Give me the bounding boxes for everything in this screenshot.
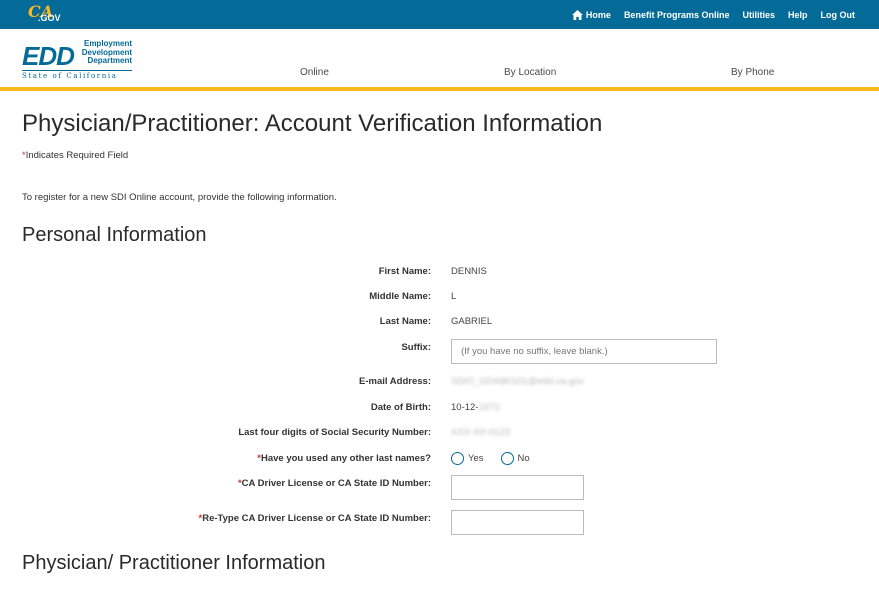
ssn-label: Last four digits of Social Security Numb…	[238, 427, 431, 438]
top-nav-home[interactable]: Home	[571, 9, 611, 20]
other-names-no-radio[interactable]	[500, 452, 514, 465]
top-nav-help[interactable]: Help	[788, 10, 808, 20]
dl-retype-label-text: Re-Type CA Driver License or CA State ID…	[202, 513, 431, 524]
dl-retype-input[interactable]	[451, 510, 584, 535]
dl-label: *CA Driver License or CA State ID Number…	[238, 478, 431, 489]
top-nav: Home Benefit Programs Online Utilities H…	[559, 0, 855, 29]
ca-gov-logo[interactable]: CA .GOV	[28, 2, 62, 26]
dob-value: 10-12-1972	[451, 402, 500, 413]
edd-logo-words: Employment Development Department	[78, 39, 132, 66]
dob-label: Date of Birth:	[370, 402, 431, 413]
main-nav-by-location[interactable]: By Location	[504, 67, 556, 78]
first-name-label: First Name:	[378, 266, 431, 277]
middle-name-label: Middle Name:	[369, 291, 431, 302]
other-names-no-label: No	[517, 453, 530, 464]
last-name-value: GABRIEL	[451, 316, 493, 327]
other-names-label: *Have you used any other last names?	[257, 453, 431, 464]
first-name-value: DENNIS	[451, 266, 487, 277]
other-names-yes-option[interactable]: Yes	[451, 452, 484, 465]
site-header: EDD Employment Development Department St…	[0, 29, 879, 91]
email-value: SDIO_GDAB0101@edd.ca.gov	[451, 376, 584, 387]
dl-input[interactable]	[451, 475, 584, 500]
ssn-value: XXX-XX-0123	[451, 427, 511, 438]
practitioner-info-heading: Physician/ Practitioner Information	[22, 552, 326, 574]
dl-retype-label: *Re-Type CA Driver License or CA State I…	[199, 513, 431, 524]
suffix-label: Suffix:	[401, 342, 431, 353]
email-label: E-mail Address:	[359, 376, 431, 387]
personal-info-heading: Personal Information	[22, 224, 207, 246]
other-names-no-option[interactable]: No	[500, 452, 530, 465]
edd-logo-line3: Department	[87, 56, 132, 65]
other-names-radio-group: Yes No	[451, 452, 547, 465]
top-nav-utilities[interactable]: Utilities	[742, 10, 775, 20]
top-nav-benefit-programs[interactable]: Benefit Programs Online	[624, 10, 730, 20]
main-nav-by-phone[interactable]: By Phone	[731, 67, 774, 78]
required-field-note: *Indicates Required Field	[22, 150, 128, 161]
home-icon	[571, 9, 583, 20]
dl-label-text: CA Driver License or CA State ID Number:	[241, 478, 431, 489]
other-names-yes-label: Yes	[468, 453, 484, 464]
middle-name-value: L	[451, 291, 457, 302]
edd-logo-state: State of California	[22, 70, 132, 80]
top-bar: CA .GOV Home Benefit Programs Online Uti…	[0, 0, 879, 29]
suffix-input[interactable]: (If you have no suffix, leave blank.)	[451, 339, 717, 364]
last-name-label: Last Name:	[379, 316, 431, 327]
other-names-yes-radio[interactable]	[451, 452, 464, 465]
edd-logo-letters: EDD	[22, 41, 75, 71]
main-nav-online[interactable]: Online	[300, 67, 329, 78]
edd-logo[interactable]: EDD Employment Development Department St…	[22, 39, 134, 82]
ca-logo-gov: .GOV	[38, 13, 61, 23]
top-nav-home-label: Home	[585, 9, 611, 20]
required-note-text: Indicates Required Field	[25, 150, 129, 161]
intro-text: To register for a new SDI Online account…	[22, 192, 337, 203]
dob-value-blurred: 1972	[478, 402, 500, 413]
top-nav-log-out[interactable]: Log Out	[821, 10, 856, 20]
other-names-label-text: Have you used any other last names?	[260, 453, 431, 464]
dob-value-visible: 10-12-	[451, 402, 479, 413]
page-title: Physician/Practitioner: Account Verifica…	[22, 110, 603, 137]
